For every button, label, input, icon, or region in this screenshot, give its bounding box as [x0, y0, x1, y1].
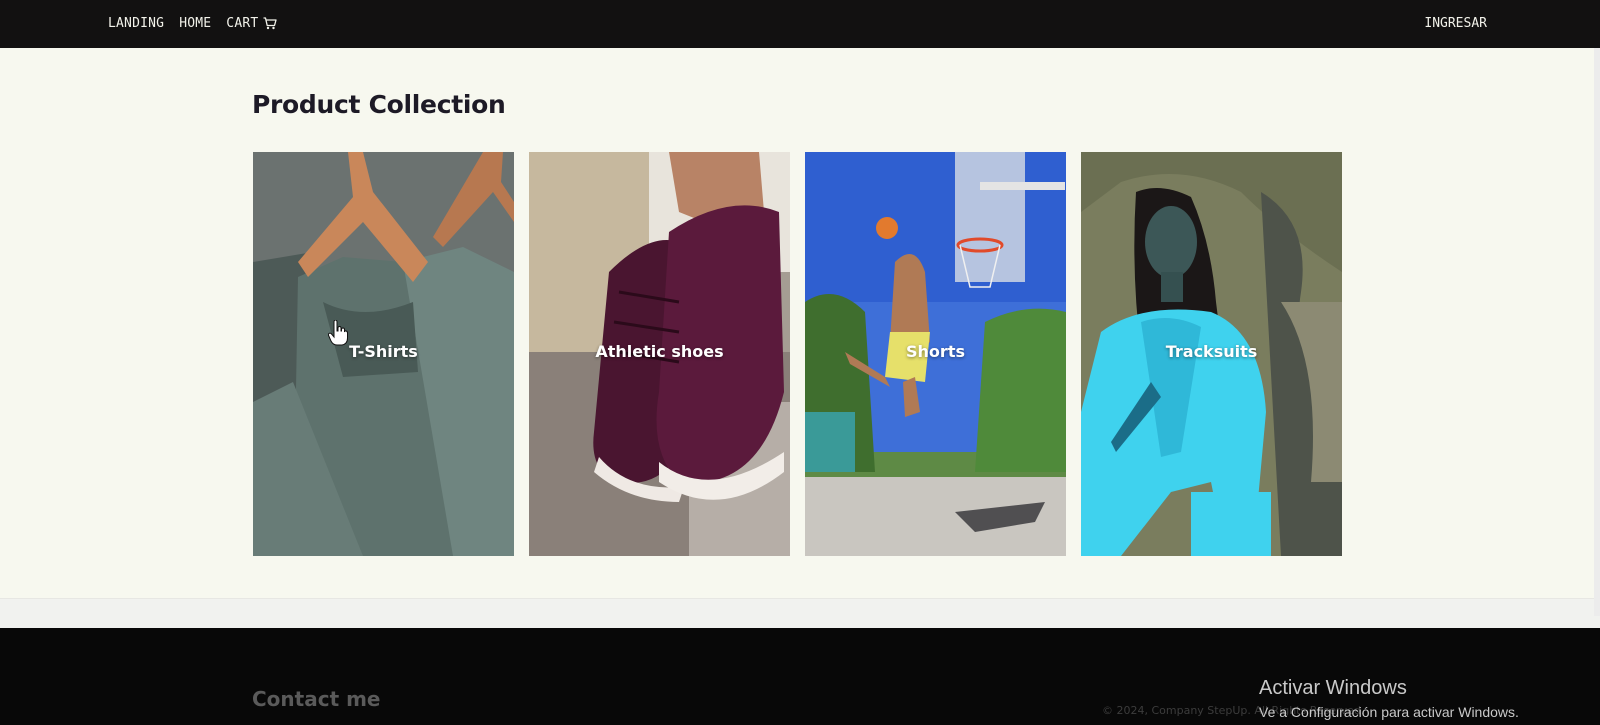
card-label-tshirts: T-Shirts	[349, 342, 418, 361]
page-title: Product Collection	[252, 90, 506, 119]
nav-link-landing[interactable]: LANDING	[108, 16, 164, 31]
product-grid: T-Shirts Athletic shoes Shorts Tracksuit…	[253, 152, 1342, 556]
top-navigation-bar: LANDING HOME CART INGRESAR	[0, 0, 1600, 48]
watermark-title: Activar Windows	[1259, 677, 1407, 699]
product-card-tshirts[interactable]: T-Shirts	[253, 152, 514, 556]
shopping-cart-icon	[263, 17, 278, 30]
card-label-shorts: Shorts	[906, 342, 965, 361]
section-divider	[0, 598, 1600, 628]
nav-links: LANDING HOME CART	[108, 16, 278, 31]
product-collection-section: Product Collection T-Shirts Athletic sho…	[0, 48, 1600, 598]
product-card-athletic-shoes[interactable]: Athletic shoes	[529, 152, 790, 556]
nav-link-cart[interactable]: CART	[226, 16, 278, 31]
card-label-tracksuits: Tracksuits	[1165, 342, 1258, 361]
nav-link-cart-label: CART	[226, 16, 259, 31]
watermark-subtitle: Ve a Configuración para activar Windows.	[1259, 704, 1519, 720]
card-label-athletic-shoes: Athletic shoes	[595, 342, 724, 361]
product-card-tracksuits[interactable]: Tracksuits	[1081, 152, 1342, 556]
login-link[interactable]: INGRESAR	[1424, 16, 1487, 31]
product-card-shorts[interactable]: Shorts	[805, 152, 1066, 556]
hand-cursor-icon	[328, 320, 348, 346]
windows-activation-watermark: Activar Windows Ve a Configuración para …	[1259, 677, 1519, 720]
nav-link-home[interactable]: HOME	[179, 16, 211, 31]
page-scrollbar[interactable]	[1594, 48, 1600, 616]
contact-title: Contact me	[252, 687, 381, 711]
